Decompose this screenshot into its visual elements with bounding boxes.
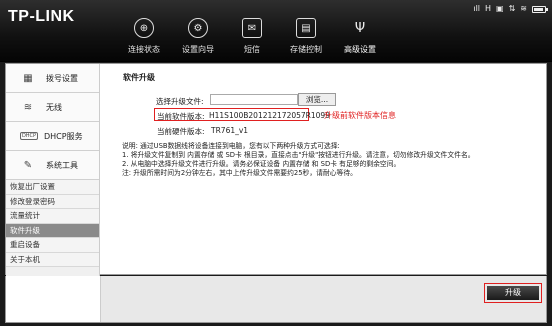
dhcp-icon: DHCP	[20, 132, 38, 140]
sim-icon: ▣	[496, 4, 504, 13]
tools-icon: ✎	[23, 159, 33, 171]
sidebar-item-wireless[interactable]: ≋ 无线	[6, 93, 99, 122]
nav-label: 连接状态	[128, 45, 160, 54]
signal-icon: ıll	[473, 4, 481, 13]
current-software-value: H11S100B201212172057R1099	[209, 111, 330, 120]
nav-label: 短信	[244, 45, 260, 54]
network-type-icon: H	[485, 4, 492, 13]
nav-label: 存储控制	[290, 45, 322, 54]
version-annotation: 升级前软件版本信息	[324, 111, 396, 120]
current-hardware-value: TR761_v1	[211, 126, 249, 135]
sidebar-subitem-change-password[interactable]: 修改登录密码	[6, 194, 99, 209]
dialup-icon: ▦	[23, 72, 33, 84]
upgrade-instructions: 说明: 通过USB数据线将设备连接到电脑，您有以下两种升级方式可选择: 1. 将…	[122, 142, 475, 178]
main-area: 软件升级 选择升级文件: 浏览... 当前软件版本: H11S100B20121…	[106, 64, 546, 276]
sidebar-subitem-reboot[interactable]: 重启设备	[6, 238, 99, 253]
sidebar-subitem-about[interactable]: 关于本机	[6, 252, 99, 267]
footer-bar: 升级	[5, 276, 547, 323]
sidebar: ▦ 拨号设置 ≋ 无线 DHCP DHCP服务 ✎ 系统工具 恢复出厂设置 修改…	[6, 64, 100, 276]
page-title: 软件升级	[123, 73, 155, 82]
nav-connection-status[interactable]: ⊕ 连接状态	[118, 18, 170, 58]
wifi-icon: ≋	[520, 4, 527, 13]
wireless-icon: ≋	[23, 101, 33, 113]
nav-setup-wizard[interactable]: ⚙ 设置向导	[172, 18, 224, 58]
upgrade-highlight-box: 升级	[484, 283, 542, 303]
footer-action-area: 升级	[100, 276, 546, 322]
current-software-label: 当前软件版本:	[157, 112, 205, 121]
sidebar-item-dialup[interactable]: ▦ 拨号设置	[6, 64, 99, 93]
data-transfer-icon: ⇅	[508, 4, 516, 13]
instruction-line: 1. 将升级文件复制到 内置存储 或 SD卡 根目录，直接点击"升级"按钮进行升…	[122, 151, 475, 159]
sidebar-item-dhcp[interactable]: DHCP DHCP服务	[6, 122, 99, 151]
sidebar-item-label: DHCP服务	[44, 131, 83, 141]
instruction-line: 2. 从电脑中选择升级文件进行升级。请务必保证设备 内置存储 和 SD卡 有足够…	[122, 160, 401, 168]
nav-label: 高级设置	[344, 45, 376, 54]
status-bar: ıll H ▣ ⇅ ≋	[473, 4, 548, 14]
nav-advanced-settings[interactable]: Ψ 高级设置	[334, 18, 386, 58]
upgrade-file-input[interactable]	[210, 94, 298, 105]
nav-label: 设置向导	[182, 45, 214, 54]
storage-icon: ▤	[296, 18, 316, 38]
mail-icon: ✉	[242, 18, 262, 38]
sidebar-item-system-tools[interactable]: ✎ 系统工具	[6, 151, 99, 180]
tp-link-logo: TP-LINK	[8, 8, 75, 25]
sidebar-subitem-software-upgrade[interactable]: 软件升级	[6, 223, 99, 238]
content-panel: ▦ 拨号设置 ≋ 无线 DHCP DHCP服务 ✎ 系统工具 恢复出厂设置 修改…	[5, 63, 547, 276]
battery-icon	[532, 5, 548, 13]
main-nav: ⊕ 连接状态 ⚙ 设置向导 ✉ 短信 ▤ 存储控制 Ψ 高级设置	[118, 18, 388, 58]
sidebar-item-label: 无线	[46, 102, 62, 112]
current-hardware-label: 当前硬件版本:	[157, 127, 205, 136]
top-bar: TP-LINK ıll H ▣ ⇅ ≋ ⊕ 连接状态 ⚙ 设置向导 ✉ 短信 ▤…	[0, 0, 552, 62]
nav-sms[interactable]: ✉ 短信	[226, 18, 278, 58]
sidebar-subitem-traffic-stats[interactable]: 流量统计	[6, 209, 99, 224]
nav-storage-control[interactable]: ▤ 存储控制	[280, 18, 332, 58]
globe-icon: ⊕	[134, 18, 154, 38]
instruction-line: 说明: 通过USB数据线将设备连接到电脑，您有以下两种升级方式可选择:	[122, 142, 340, 150]
select-file-label: 选择升级文件:	[156, 97, 204, 106]
upgrade-button[interactable]: 升级	[487, 286, 539, 300]
sidebar-subitem-factory-reset[interactable]: 恢复出厂设置	[6, 180, 99, 195]
wizard-icon: ⚙	[188, 18, 208, 38]
sidebar-item-label: 系统工具	[46, 160, 78, 170]
sidebar-item-label: 拨号设置	[46, 73, 78, 83]
browse-button[interactable]: 浏览...	[298, 93, 336, 106]
instruction-line: 注: 升级所需时间为2分钟左右，其中上传升级文件需要约25秒，请耐心等待。	[122, 169, 357, 177]
advanced-settings-icon: Ψ	[354, 20, 366, 36]
